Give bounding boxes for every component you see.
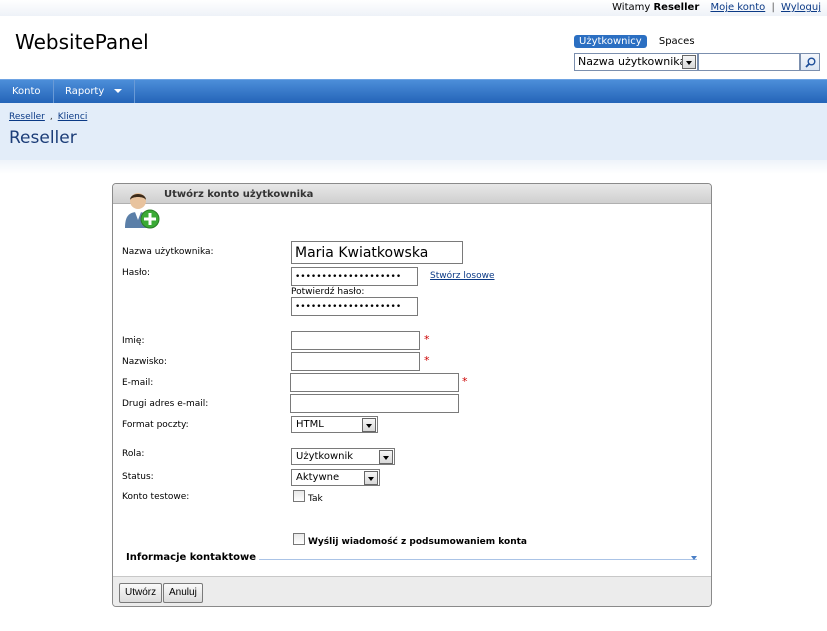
chevron-down-icon[interactable] bbox=[364, 471, 378, 485]
greeting-username: Reseller bbox=[653, 2, 700, 13]
chevron-down-icon[interactable] bbox=[379, 450, 393, 464]
generate-password-link[interactable]: Stwórz losowe bbox=[430, 271, 495, 281]
panel-footer: Utwórz Anuluj bbox=[113, 576, 711, 606]
search-icon bbox=[805, 57, 816, 68]
tab-spaces[interactable]: Spaces bbox=[654, 35, 700, 48]
username-label: Nazwa użytkownika: bbox=[122, 247, 214, 257]
breadcrumb-separator: , bbox=[49, 112, 53, 122]
confirm-password-field[interactable] bbox=[291, 297, 418, 316]
demo-account-option: Tak bbox=[308, 494, 323, 504]
header-fade bbox=[0, 160, 827, 174]
nav-item-reports[interactable]: Raporty bbox=[53, 80, 136, 103]
search-tabs: Użytkownicy Spaces bbox=[574, 35, 704, 48]
last-name-field[interactable] bbox=[291, 352, 420, 371]
chevron-down-icon[interactable] bbox=[362, 418, 376, 432]
breadcrumb-clients[interactable]: Klienci bbox=[58, 112, 88, 122]
logout-link[interactable]: Wyloguj bbox=[781, 2, 821, 13]
second-email-label: Drugi adres e-mail: bbox=[122, 399, 209, 409]
brand-logo-text[interactable]: WebsitePanel bbox=[15, 30, 149, 54]
page-header bbox=[0, 103, 827, 160]
send-summary-checkbox[interactable] bbox=[293, 533, 305, 545]
second-email-field[interactable] bbox=[290, 394, 459, 413]
tab-users[interactable]: Użytkownicy bbox=[574, 35, 647, 48]
nav-item-label: Raporty bbox=[65, 86, 105, 97]
email-label: E-mail: bbox=[122, 378, 154, 388]
link-separator: | bbox=[771, 2, 775, 13]
demo-account-checkbox[interactable] bbox=[293, 490, 305, 502]
create-button[interactable]: Utwórz bbox=[119, 583, 163, 603]
main-nav: Konto Raporty bbox=[0, 79, 827, 103]
status-label: Status: bbox=[122, 472, 154, 482]
nav-item-label: Konto bbox=[12, 86, 41, 97]
nav-item-account[interactable]: Konto bbox=[0, 80, 54, 103]
status-select[interactable]: Aktywne bbox=[291, 469, 380, 486]
role-label: Rola: bbox=[122, 449, 145, 459]
my-account-link[interactable]: Moje konto bbox=[710, 2, 765, 13]
greeting-text: Witamy bbox=[612, 2, 651, 13]
username-field[interactable] bbox=[291, 241, 463, 264]
panel-header: Utwórz konto użytkownika bbox=[113, 184, 711, 204]
required-marker: * bbox=[424, 354, 430, 367]
cancel-button[interactable]: Anuluj bbox=[163, 583, 203, 603]
caret-down-icon bbox=[114, 89, 123, 93]
required-marker: * bbox=[424, 333, 430, 346]
search-field-select[interactable]: Nazwa użytkownika bbox=[574, 53, 698, 71]
page-title: Reseller bbox=[9, 128, 77, 148]
chevron-down-icon[interactable] bbox=[682, 55, 696, 69]
status-value: Aktywne bbox=[296, 472, 340, 483]
search-button[interactable] bbox=[800, 53, 820, 71]
first-name-label: Imię: bbox=[122, 336, 145, 346]
role-select[interactable]: Użytkownik bbox=[291, 448, 395, 465]
email-field[interactable] bbox=[290, 373, 459, 392]
mail-format-select[interactable]: HTML bbox=[291, 416, 378, 433]
confirm-password-label: Potwierdź hasło: bbox=[291, 287, 365, 297]
password-label: Hasło: bbox=[122, 268, 151, 278]
top-bar: Witamy Reseller Moje konto | Wyloguj bbox=[0, 0, 827, 16]
role-value: Użytkownik bbox=[296, 451, 354, 462]
search-field-value: Nazwa użytkownika bbox=[578, 55, 687, 68]
last-name-label: Nazwisko: bbox=[122, 357, 167, 367]
mail-format-value: HTML bbox=[296, 419, 324, 430]
demo-account-label: Konto testowe: bbox=[122, 492, 190, 502]
add-user-icon bbox=[125, 193, 160, 229]
contact-info-section-toggle[interactable]: Informacje kontaktowe bbox=[126, 552, 259, 563]
required-marker: * bbox=[462, 375, 468, 388]
password-field[interactable] bbox=[291, 267, 418, 286]
breadcrumb: Reseller, Klienci bbox=[9, 112, 87, 122]
create-user-panel: Utwórz konto użytkownika Nazwa użytkowni… bbox=[112, 183, 712, 607]
breadcrumb-reseller[interactable]: Reseller bbox=[9, 112, 45, 122]
expand-arrow-icon[interactable] bbox=[691, 556, 697, 560]
panel-title: Utwórz konto użytkownika bbox=[164, 189, 314, 200]
send-summary-label: Wyślij wiadomość z podsumowaniem konta bbox=[308, 537, 527, 547]
search-input[interactable] bbox=[698, 53, 800, 71]
user-greeting: Witamy Reseller Moje konto | Wyloguj bbox=[612, 2, 821, 13]
mail-format-label: Format poczty: bbox=[122, 420, 189, 430]
first-name-field[interactable] bbox=[291, 331, 420, 350]
